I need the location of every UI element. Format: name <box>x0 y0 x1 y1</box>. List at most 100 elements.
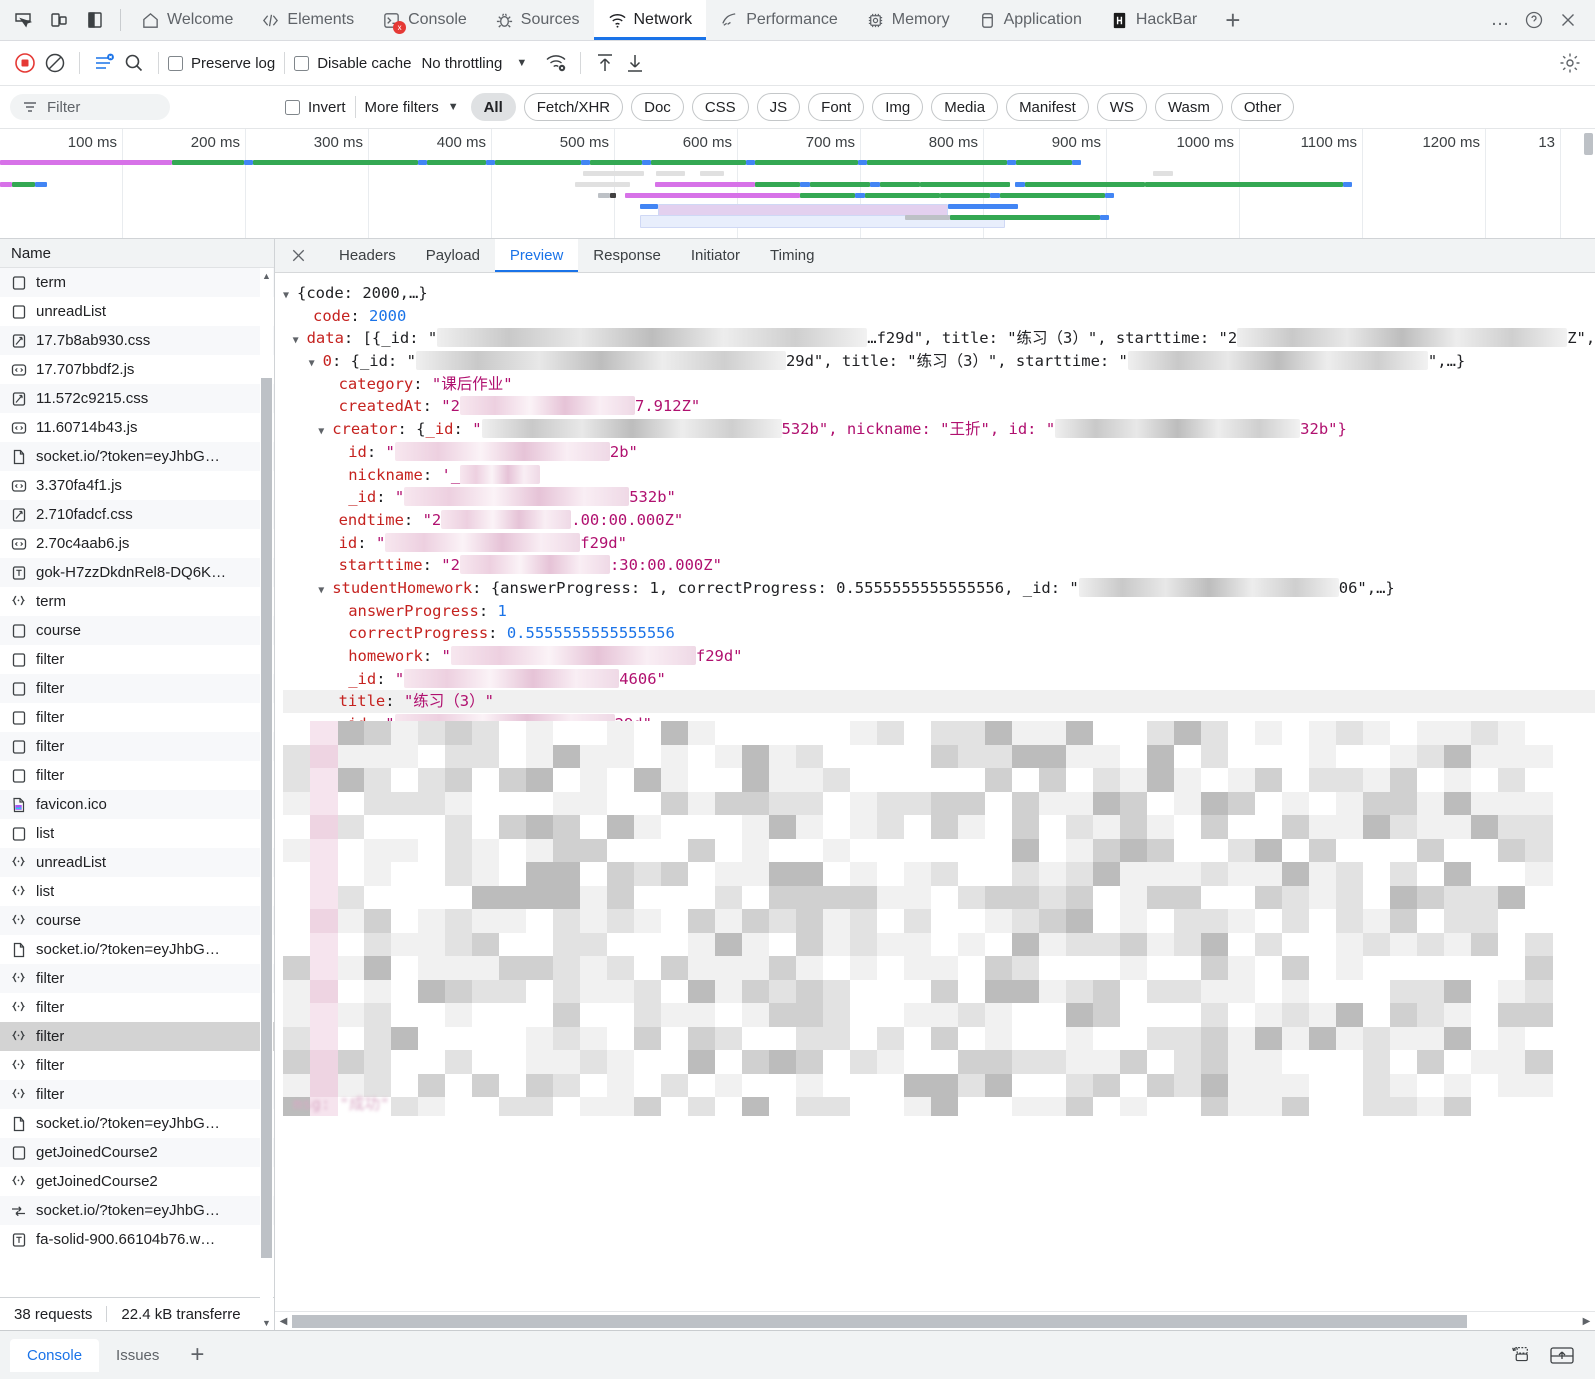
chip-doc[interactable]: Doc <box>631 93 684 121</box>
restore-drawer-icon[interactable] <box>1507 1344 1531 1366</box>
clear-icon[interactable] <box>40 48 70 78</box>
request-row[interactable]: course <box>0 906 274 935</box>
request-row[interactable]: unreadList <box>0 297 274 326</box>
request-row[interactable]: filter <box>0 703 274 732</box>
hscroll-right-arrow[interactable]: ▶ <box>1578 1312 1595 1331</box>
request-row[interactable]: 11.60714b43.js <box>0 413 274 442</box>
inspect-element-icon[interactable] <box>10 7 36 33</box>
request-row[interactable]: filter <box>0 1080 274 1109</box>
tab-initiator[interactable]: Initiator <box>676 239 755 272</box>
tab-preview[interactable]: Preview <box>494 239 579 272</box>
request-row[interactable]: socket.io/?token=eyJhbG… <box>0 935 274 964</box>
request-row[interactable]: socket.io/?token=eyJhbG… <box>0 1109 274 1138</box>
tab-elements[interactable]: Elements <box>247 0 368 40</box>
help-icon[interactable] <box>1519 5 1549 35</box>
filter-settings-icon[interactable] <box>89 48 119 78</box>
request-row[interactable]: favicon.ico <box>0 790 274 819</box>
tab-payload[interactable]: Payload <box>411 239 495 272</box>
request-row[interactable]: list <box>0 819 274 848</box>
request-row[interactable]: filter <box>0 1051 274 1080</box>
tab-sources[interactable]: Sources <box>481 0 594 40</box>
request-row[interactable]: gok-H7zzDkdnRel8-DQ6K… <box>0 558 274 587</box>
json-line[interactable]: ▼ data: [{_id: " …f29d", title: "练习（3）", s… <box>283 327 1595 350</box>
search-icon[interactable] <box>119 48 149 78</box>
tab-hackbar[interactable]: HackBar <box>1096 0 1211 40</box>
chip-js[interactable]: JS <box>756 93 801 121</box>
request-row[interactable]: getJoinedCourse2 <box>0 1138 274 1167</box>
panel-layout-icon[interactable] <box>82 7 108 33</box>
tab-timing[interactable]: Timing <box>755 239 829 272</box>
json-line[interactable]: id: " f29d" <box>283 532 1595 555</box>
request-row[interactable]: filter <box>0 732 274 761</box>
request-row[interactable]: socket.io/?token=eyJhbG… <box>0 442 274 471</box>
request-row[interactable]: course <box>0 616 274 645</box>
search-input[interactable]: Filter <box>10 94 170 120</box>
scroll-up-arrow[interactable]: ▲ <box>260 268 273 283</box>
overview-scroll-nub[interactable] <box>1584 133 1593 155</box>
request-row[interactable]: 3.370fa4f1.js <box>0 471 274 500</box>
request-row[interactable]: term <box>0 587 274 616</box>
close-icon[interactable] <box>1553 5 1583 35</box>
json-line[interactable]: endtime: "2 .00:00.000Z" <box>283 509 1595 532</box>
json-line[interactable]: category: "课后作业" <box>283 373 1595 396</box>
gear-icon[interactable] <box>1555 48 1585 78</box>
json-line[interactable]: ▼ 0: {_id: " 29d", title: "练习（3）", startti… <box>283 350 1595 373</box>
device-toolbar-icon[interactable] <box>46 7 72 33</box>
chip-img[interactable]: Img <box>872 93 924 121</box>
request-list-scrollbar[interactable]: ▲ ▼ <box>260 268 273 1330</box>
hscroll-thumb[interactable] <box>292 1314 1467 1328</box>
tab-welcome[interactable]: Welcome <box>127 0 247 40</box>
request-row[interactable]: filter <box>0 761 274 790</box>
disable-cache-checkbox[interactable]: Disable cache <box>294 55 411 72</box>
json-line[interactable]: _id: " 4606" <box>283 668 1595 691</box>
json-line[interactable]: id: " 2b" <box>283 441 1595 464</box>
request-row[interactable]: 2.710fadcf.css <box>0 500 274 529</box>
request-list-header[interactable]: Name <box>0 239 274 268</box>
tab-headers[interactable]: Headers <box>324 239 411 272</box>
chip-ws[interactable]: WS <box>1096 93 1147 121</box>
request-row[interactable]: fa-solid-900.66104b76.w… <box>0 1225 274 1254</box>
json-line[interactable]: createdAt: "2 7.912Z" <box>283 395 1595 418</box>
request-row[interactable]: 2.70c4aab6.js <box>0 529 274 558</box>
more-filters-dropdown[interactable]: More filters ▼ <box>365 99 459 116</box>
json-line[interactable]: title: "练习（3）" <box>283 690 1595 714</box>
chip-wasm[interactable]: Wasm <box>1154 93 1223 121</box>
chip-fetch-xhr[interactable]: Fetch/XHR <box>523 93 624 121</box>
json-line[interactable]: starttime: "2:30:00.000Z" <box>283 554 1595 577</box>
chip-manifest[interactable]: Manifest <box>1006 93 1089 121</box>
tab-performance[interactable]: Performance <box>706 0 852 40</box>
scroll-down-arrow[interactable]: ▼ <box>260 1315 273 1330</box>
throttling-dropdown[interactable]: No throttling ▼ <box>421 55 527 72</box>
request-row[interactable]: socket.io/?token=eyJhbG… <box>0 1196 274 1225</box>
request-row[interactable]: 11.572c9215.css <box>0 384 274 413</box>
tab-memory[interactable]: Memory <box>852 0 964 40</box>
json-line[interactable]: homework: " f29d" <box>283 645 1595 668</box>
json-line[interactable]: ▼ creator: {_id: " 532b", nickname: "王折", … <box>283 418 1595 441</box>
drawer-tab-issues[interactable]: Issues <box>99 1339 176 1372</box>
drawer-add-tab-button[interactable]: + <box>176 1343 218 1367</box>
scroll-thumb[interactable] <box>261 378 272 1258</box>
drawer-tab-console[interactable]: Console <box>10 1338 100 1372</box>
request-row[interactable]: filter <box>0 674 274 703</box>
request-row[interactable]: term <box>0 268 274 297</box>
json-preview-tree[interactable]: ▼ {code: 2000,…} code: 2000 ▼ data: [{_id: "… <box>275 273 1595 1311</box>
json-line[interactable]: answerProgress: 1 <box>283 600 1595 623</box>
detail-horizontal-scrollbar[interactable]: ◀ ▶ <box>275 1311 1595 1330</box>
add-panel-button[interactable]: + <box>1211 0 1254 40</box>
tab-console[interactable]: x Console <box>368 0 481 40</box>
request-row[interactable]: list <box>0 877 274 906</box>
request-row[interactable]: 17.707bbdf2.js <box>0 355 274 384</box>
invert-checkbox[interactable]: Invert <box>285 99 346 116</box>
hscroll-left-arrow[interactable]: ◀ <box>275 1312 292 1331</box>
tab-response[interactable]: Response <box>578 239 676 272</box>
json-line[interactable]: _id: " 532b" <box>283 486 1595 509</box>
preserve-log-checkbox[interactable]: Preserve log <box>168 55 275 72</box>
tab-application[interactable]: Application <box>964 0 1096 40</box>
json-line[interactable]: nickname: '_ <box>283 464 1595 487</box>
more-options-icon[interactable]: … <box>1485 5 1515 35</box>
chip-font[interactable]: Font <box>808 93 865 121</box>
request-row[interactable]: filter <box>0 1022 274 1051</box>
chip-other[interactable]: Other <box>1230 93 1295 121</box>
request-row[interactable]: filter <box>0 645 274 674</box>
json-line[interactable]: code: 2000 <box>283 305 1595 328</box>
